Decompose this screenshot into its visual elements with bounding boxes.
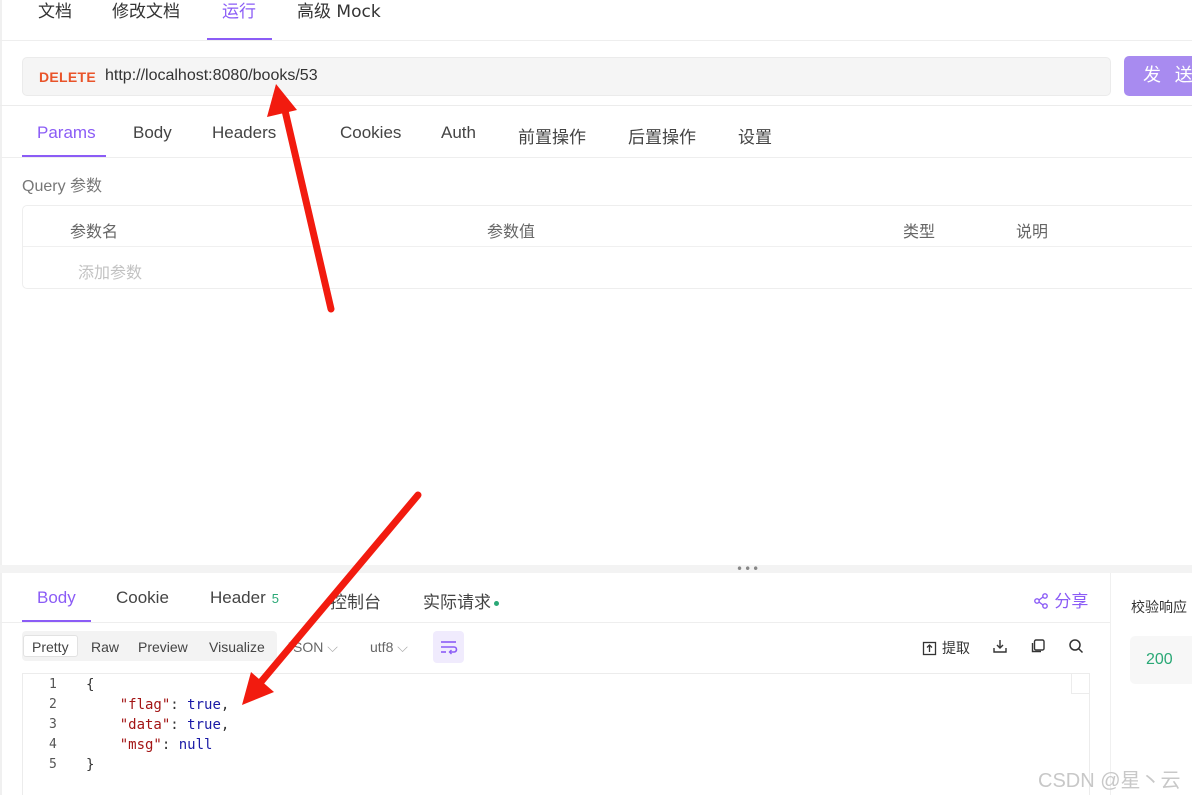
tab-response-header-label: Header [210,588,266,607]
column-header-value: 参数值 [487,224,536,241]
search-button[interactable] [1068,638,1084,654]
response-body-editor[interactable]: 1 2 3 4 5 { "flag": true, "data": true, … [22,673,1090,795]
params-table: 参数名 参数值 类型 说明 添加参数 [22,205,1192,289]
top-tab-bar: 文档 修改文档 运行 高级 Mock [0,0,1192,41]
params-table-header: 参数名 参数值 类型 说明 [23,206,1192,247]
response-tab-bar: Body Cookie Header 5 控制台 实际请求 分享 [0,573,1110,623]
tab-run[interactable]: 运行 [222,2,256,40]
extract-button[interactable]: 提取 [922,638,970,658]
share-button[interactable]: 分享 [1033,587,1088,612]
chevron-down-icon: ⌵ [327,639,338,655]
verify-response-label: 校验响应 [1131,600,1187,616]
json-key: "msg" [119,737,162,753]
json-value: true [187,717,221,733]
json-key: "flag" [119,697,171,713]
view-mode-preview[interactable]: Preview [138,636,188,658]
code-scrollbar[interactable] [1071,674,1089,694]
status-code-select[interactable]: 200 [1130,636,1192,684]
word-wrap-button[interactable] [433,631,464,663]
tab-pre-request[interactable]: 前置操作 [518,123,586,148]
tab-headers[interactable]: Headers [212,123,276,143]
tab-response-header[interactable]: Header 5 [210,588,279,608]
column-header-name: 参数名 [70,224,119,241]
column-header-type: 类型 [903,224,936,241]
line-number: 3 [49,717,57,732]
active-tab-indicator [22,155,106,157]
line-number-gutter: 1 2 3 4 5 [23,674,78,795]
tab-actual-request-label: 实际请求 [423,593,491,612]
download-icon [993,640,1007,653]
line-number: 4 [49,737,57,752]
tab-settings[interactable]: 设置 [738,123,772,148]
line-number: 2 [49,697,57,712]
url-bar[interactable]: DELETE http://localhost:8080/books/53 [22,57,1111,96]
watermark: CSDN @星丶云 [1038,770,1181,792]
verify-panel: 校验响应 200 [1110,573,1192,795]
tab-cookies[interactable]: Cookies [340,123,401,143]
search-icon [1069,639,1084,654]
tab-body[interactable]: Body [133,123,172,143]
tab-response-cookie[interactable]: Cookie [116,588,169,608]
wrap-lines-icon [441,641,458,655]
download-button[interactable] [992,638,1008,654]
line-number: 1 [49,677,57,692]
code-line: { [86,677,95,693]
url-input[interactable]: http://localhost:8080/books/53 [105,67,318,85]
code-line: } [86,757,95,773]
format-select[interactable]: JSON ⌵ [286,639,338,656]
tab-edit-docs[interactable]: 修改文档 [112,2,180,40]
copy-button[interactable] [1030,638,1046,654]
view-mode-raw[interactable]: Raw [91,636,119,658]
header-count-badge: 5 [271,591,279,606]
tab-response-body[interactable]: Body [37,588,76,608]
tab-advanced-mock[interactable]: 高级 Mock [297,2,381,40]
chevron-down-icon: ⌵ [397,639,408,655]
tab-console[interactable]: 控制台 [330,588,381,613]
view-mode-pretty[interactable]: Pretty [23,635,78,657]
code-line: "flag": true, [119,697,230,713]
encoding-value: utf8 [370,639,394,655]
query-section-label: Query 参数 [22,178,103,195]
view-mode-visualize[interactable]: Visualize [209,636,265,658]
json-key: "data" [119,717,171,733]
tab-docs[interactable]: 文档 [38,2,72,40]
encoding-select[interactable]: utf8 ⌵ [370,639,408,656]
active-tab-indicator [207,38,272,40]
extract-label: 提取 [942,641,970,657]
send-button[interactable]: 发 送 [1124,56,1192,96]
json-comma: , [220,717,230,733]
status-code: 200 [1146,651,1173,668]
code-line: "data": true, [119,717,230,733]
view-mode-switch: Pretty Raw Preview Visualize [22,631,277,661]
share-label: 分享 [1054,592,1089,612]
add-param-input[interactable]: 添加参数 [78,259,142,283]
tab-actual-request[interactable]: 实际请求 [423,588,499,613]
status-dot-icon [494,601,499,607]
copy-icon [1031,639,1045,653]
extract-icon [922,641,937,655]
json-comma: , [220,697,230,713]
tab-params[interactable]: Params [37,123,96,143]
column-header-description: 说明 [1016,224,1049,241]
request-tab-bar: Params Body Headers Cookies Auth 前置操作 后置… [0,106,1192,158]
format-value: JSON [286,639,324,655]
json-value: true [187,697,221,713]
response-toolbar: Pretty Raw Preview Visualize JSON ⌵ utf8… [0,628,1110,668]
panel-splitter[interactable] [0,565,1192,573]
tab-auth[interactable]: Auth [441,123,476,143]
method-select[interactable]: DELETE [39,69,96,85]
share-icon [1034,593,1048,609]
active-tab-indicator [22,620,91,622]
line-number: 5 [49,757,57,772]
tab-post-request[interactable]: 后置操作 [628,123,696,148]
json-value: null [178,737,213,753]
code-line: "msg": null [119,737,213,753]
